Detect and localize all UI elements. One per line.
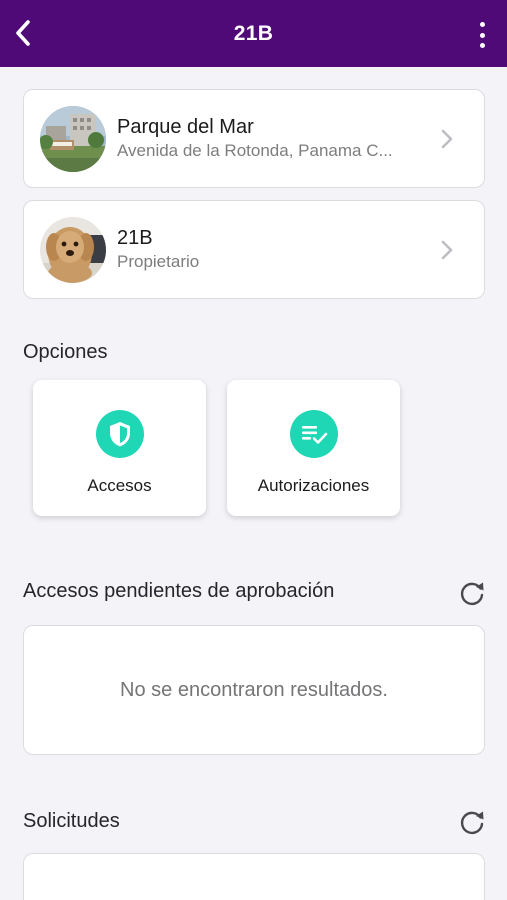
property-photo bbox=[40, 105, 106, 172]
unit-role: Propietario bbox=[117, 252, 200, 271]
property-name: Parque del Mar bbox=[117, 116, 254, 138]
property-card[interactable]: Parque del Mar Avenida de la Rotonda, Pa… bbox=[23, 89, 485, 188]
unit-photo bbox=[40, 216, 106, 283]
more-options-button[interactable] bbox=[477, 22, 487, 48]
property-address: Avenida de la Rotonda, Panama C... bbox=[117, 141, 393, 160]
top-app-bar: 21B bbox=[0, 0, 507, 67]
unit-card[interactable]: 21B Propietario bbox=[23, 200, 485, 299]
option-accesos[interactable]: Accesos bbox=[33, 380, 206, 516]
refresh-icon bbox=[460, 811, 484, 835]
chevron-right-icon bbox=[441, 129, 453, 148]
pending-refresh-button[interactable] bbox=[457, 578, 487, 608]
checklist-icon bbox=[289, 410, 338, 458]
pending-section-title: Accesos pendientes de aprobación bbox=[23, 580, 335, 602]
option-label: Accesos bbox=[87, 476, 152, 495]
option-label: Autorizaciones bbox=[257, 476, 370, 495]
chevron-left-icon bbox=[16, 20, 30, 46]
options-section-title: Opciones bbox=[23, 341, 108, 363]
requests-card bbox=[23, 853, 485, 900]
empty-state-text: No se encontraron resultados. bbox=[120, 678, 388, 701]
more-vertical-icon bbox=[479, 22, 485, 27]
shield-icon bbox=[95, 410, 144, 458]
chevron-right-icon bbox=[441, 240, 453, 259]
pending-empty-card: No se encontraron resultados. bbox=[23, 625, 485, 755]
refresh-icon bbox=[460, 582, 484, 606]
requests-section-title: Solicitudes bbox=[23, 810, 120, 832]
unit-name: 21B bbox=[117, 227, 153, 249]
requests-refresh-button[interactable] bbox=[457, 807, 487, 837]
back-button[interactable] bbox=[8, 18, 38, 48]
page-title: 21B bbox=[233, 21, 274, 45]
option-autorizaciones[interactable]: Autorizaciones bbox=[227, 380, 400, 516]
